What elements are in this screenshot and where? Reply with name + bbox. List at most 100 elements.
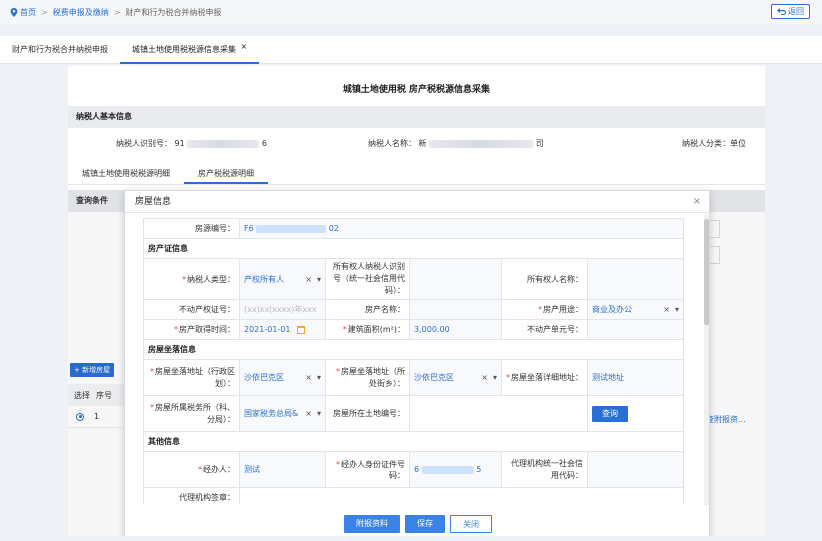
tab-close-icon[interactable]: × — [241, 42, 248, 51]
handler-id-suffix: 5 — [476, 465, 482, 474]
save-button[interactable]: 保存 — [405, 515, 445, 533]
house-form: 房源编号： F6 02 房产证信息 *纳税人类型： 产权所有人 × ▾ 所有权人纳税… — [143, 218, 684, 504]
taxpayer-id-prefix: 91 — [174, 139, 185, 148]
dropdown-arrow-icon[interactable]: ▾ — [317, 409, 321, 418]
street-label: *房屋坐落地址（所处街乡）： — [325, 359, 410, 396]
dialog-body: 房源编号： F6 02 房产证信息 *纳税人类型： 产权所有人 × ▾ 所有权人纳税… — [143, 218, 685, 504]
dialog-scrollbar[interactable] — [704, 215, 709, 505]
clear-icon[interactable]: × — [305, 373, 312, 382]
return-icon — [777, 8, 786, 15]
house-name-label: 房产名称： — [325, 299, 410, 320]
breadcrumb-home-label: 首页 — [20, 7, 36, 17]
page-tabs: 财产和行为税合并纳税申报 城镇土地使用税税源信息采集 × — [0, 36, 822, 64]
breadcrumb-level1[interactable]: 税费申报及缴纳 — [53, 7, 109, 18]
dropdown-arrow-icon[interactable]: ▾ — [675, 305, 679, 314]
subtab-land-tax-detail[interactable]: 城镇土地使用税税源明细 — [68, 163, 184, 184]
handler-id-prefix: 6 — [414, 465, 420, 474]
acquire-date-value: 2021-01-01 — [244, 325, 291, 334]
subtab-house-tax-detail[interactable]: 房产税税源明细 — [184, 163, 268, 184]
bottom-strip — [0, 536, 822, 541]
calendar-icon[interactable] — [296, 325, 305, 334]
dropdown-arrow-icon[interactable]: ▾ — [317, 373, 321, 382]
handler-id-input[interactable]: 6 5 — [409, 451, 502, 488]
tax-office-select[interactable]: 国家税务总局& × ▾ — [239, 395, 326, 432]
owner-id-field[interactable] — [409, 258, 502, 300]
handler-label: *经办人： — [143, 451, 240, 488]
form-row: *纳税人类型： 产权所有人 × ▾ 所有权人纳税人识别号（统一社会信用代码）： 所有… — [143, 258, 684, 300]
owner-name-label: 所有权人名称： — [501, 258, 588, 300]
dropdown-arrow-icon[interactable]: ▾ — [317, 275, 321, 284]
handler-input[interactable]: 测试 — [239, 451, 326, 488]
agency-credit-input[interactable] — [587, 451, 684, 488]
back-button[interactable]: 返回 — [771, 4, 810, 19]
acquire-date-picker[interactable]: 2021-01-01 — [239, 319, 326, 340]
source-no-prefix: F6 — [244, 224, 254, 233]
house-name-input[interactable] — [409, 299, 502, 320]
agency-sign-label: 代理机构签章： — [143, 487, 240, 504]
taxpayer-name-suffix: 司 — [535, 139, 544, 148]
street-value: 沙依巴克区 — [414, 373, 454, 382]
redacted-value — [256, 224, 327, 233]
cert-group-heading: 房产证信息 — [143, 238, 684, 259]
form-row: 代理机构签章： — [143, 487, 684, 504]
scrollbar-thumb[interactable] — [704, 219, 709, 325]
land-no-input[interactable] — [409, 395, 588, 432]
owner-name-field[interactable] — [587, 258, 684, 300]
tab-tax-declaration[interactable]: 财产和行为税合并纳税申报 — [0, 36, 120, 64]
group-row: 其他信息 — [143, 431, 684, 452]
realty-cert-input[interactable]: (xx)xx(xxxx)年xxx — [239, 299, 326, 320]
district-select[interactable]: 沙依巴克区 × ▾ — [239, 359, 326, 396]
location-group-heading: 房屋坐落信息 — [143, 339, 684, 360]
detail-subtabs: 城镇土地使用税税源明细 房产税税源明细 — [68, 163, 765, 185]
form-row: *房屋所属税务所（科、分局）： 国家税务总局& × ▾ 房屋所在土地编号： 查询 — [143, 395, 684, 432]
breadcrumb: 首页 > 税费申报及缴纳 > 财产和行为税合并纳税申报 返回 — [0, 0, 822, 24]
close-icon[interactable]: × — [693, 191, 701, 213]
redacted-value — [429, 139, 534, 148]
street-select[interactable]: 沙依巴克区 × ▾ — [409, 359, 502, 396]
source-no-field[interactable]: F6 02 — [239, 218, 684, 239]
breadcrumb-home[interactable]: 首页 — [10, 7, 36, 18]
taxpayer-type-value: 产权所有人 — [244, 274, 284, 284]
realty-cert-label: 不动产权证号： — [143, 299, 240, 320]
unit-no-label: 不动产单元号： — [501, 319, 588, 340]
owner-id-label: 所有权人纳税人识别号（统一社会信用代码）： — [325, 258, 410, 300]
agency-sign-input[interactable] — [239, 487, 684, 504]
clear-icon[interactable]: × — [663, 305, 670, 314]
house-use-select[interactable]: 商业及办公 × ▾ — [587, 299, 684, 320]
realty-cert-placeholder: (xx)xx(xxxx)年xxx — [244, 305, 317, 314]
back-button-label: 返回 — [788, 7, 804, 16]
house-use-value: 商业及办公 — [592, 305, 632, 314]
taxpayer-name-row: 纳税人名称： 新 司 — [368, 138, 544, 149]
form-row: 不动产权证号： (xx)xx(xxxx)年xxx 房产名称： *房产用途： 商业… — [143, 299, 684, 320]
tax-office-label: *房屋所属税务所（科、分局）： — [143, 395, 240, 432]
redacted-value — [421, 465, 474, 474]
dropdown-arrow-icon[interactable]: ▾ — [493, 373, 497, 382]
query-cell: 查询 — [587, 395, 684, 432]
form-row: *房产取得时间： 2021-01-01 *建筑面积(m²)： 3,000.00 … — [143, 319, 684, 340]
unit-no-input[interactable] — [587, 319, 684, 340]
handler-id-label: *经办人身份证件号码： — [325, 451, 410, 488]
taxpayer-name-label: 纳税人名称： — [368, 139, 416, 148]
form-row: 房源编号： F6 02 — [143, 218, 684, 239]
location-pin-icon — [10, 7, 18, 17]
acquire-date-label: *房产取得时间： — [143, 319, 240, 340]
taxpayer-id-row: 纳税人识别号： 91 6 — [116, 138, 267, 149]
form-row: *房屋坐落地址（行政区划）： 沙依巴克区 × ▾ *房屋坐落地址（所处街乡）： 沙依… — [143, 359, 684, 396]
breadcrumb-separator: > — [113, 7, 121, 17]
area-label: *建筑面积(m²)： — [325, 319, 410, 340]
detail-addr-input[interactable]: 测试地址 — [587, 359, 684, 396]
clear-icon[interactable]: × — [305, 409, 312, 418]
clear-icon[interactable]: × — [481, 373, 488, 382]
other-group-heading: 其他信息 — [143, 431, 684, 452]
area-input[interactable]: 3,000.00 — [409, 319, 502, 340]
query-button[interactable]: 查询 — [592, 405, 628, 422]
attach-materials-button[interactable]: 附报资料 — [344, 515, 400, 533]
house-use-label: *房产用途： — [501, 299, 588, 320]
taxpayer-type-select[interactable]: 产权所有人 × ▾ — [239, 258, 326, 300]
clear-icon[interactable]: × — [305, 275, 312, 284]
tab-land-tax-collection[interactable]: 城镇土地使用税税源信息采集 × — [120, 36, 260, 64]
district-label: *房屋坐落地址（行政区划）： — [143, 359, 240, 396]
taxpayer-type-label: *纳税人类型： — [143, 258, 240, 300]
close-button[interactable]: 关闭 — [450, 515, 492, 533]
source-no-label: 房源编号： — [143, 218, 240, 239]
